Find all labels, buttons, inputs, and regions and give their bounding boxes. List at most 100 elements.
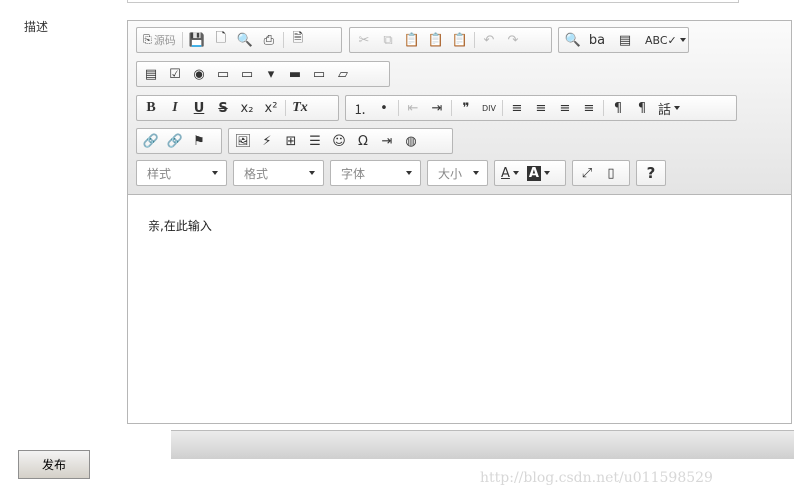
checkbox-button[interactable]: ☑ xyxy=(163,63,187,85)
rich-text-editor: ⎘ 源码 💾 🗋 🔍 ⎙ 🗎 ✂ ⧉ 📋 📋 📋 ↶ ↷ 🔍 ba ▤ ABC✓… xyxy=(127,20,792,424)
format-combo[interactable]: 格式 xyxy=(233,160,324,186)
remove-format-button[interactable]: Tx xyxy=(288,97,312,119)
save-button[interactable]: 💾 xyxy=(185,29,209,51)
insert-group: 🖼 ⚡ ⊞ ☰ ☺ Ω ⇥ ◍ xyxy=(228,128,453,154)
find-icon: 🔍 xyxy=(564,32,582,48)
numbered-list-button[interactable]: ⒈ xyxy=(348,97,372,119)
bulleted-list-button[interactable]: • xyxy=(372,97,396,119)
language-button[interactable]: 話 xyxy=(654,97,684,119)
paragraph-group: ⒈ • ⇤ ⇥ ❞ DIV ≡ ≡ ≡ ≡ ¶ ¶ 話 xyxy=(345,95,737,121)
outdent-button[interactable]: ⇤ xyxy=(401,97,425,119)
italic-icon: I xyxy=(172,100,178,115)
link-button[interactable]: 🔗 xyxy=(139,130,163,152)
source-label: 源码 xyxy=(153,34,176,47)
publish-button[interactable]: 发布 xyxy=(18,450,90,479)
paste-word-button[interactable]: 📋 xyxy=(448,29,472,51)
horizontal-rule-button[interactable]: ☰ xyxy=(303,130,327,152)
new-page-icon: 🗋 xyxy=(215,31,227,46)
flash-button[interactable]: ⚡ xyxy=(255,130,279,152)
form-button-button[interactable]: ▬ xyxy=(283,63,307,85)
size-combo[interactable]: 大小 xyxy=(427,160,488,186)
bulleted-list-icon: • xyxy=(380,100,388,116)
source-button[interactable]: ⎘ 源码 xyxy=(139,29,180,51)
paste-text-button[interactable]: 📋 xyxy=(424,29,448,51)
blockquote-button[interactable]: ❞ xyxy=(454,97,478,119)
clipboard-group: ✂ ⧉ 📋 📋 📋 ↶ ↷ xyxy=(349,27,552,53)
underline-button[interactable]: U xyxy=(187,97,211,119)
bold-button[interactable]: B xyxy=(139,97,163,119)
editor-resize-bar xyxy=(171,430,794,459)
separator xyxy=(603,100,604,116)
print-button[interactable]: ⎙ xyxy=(257,29,281,51)
table-button[interactable]: ⊞ xyxy=(279,130,303,152)
maximize-button[interactable]: ⤢ xyxy=(575,162,599,184)
textarea-icon: ▭ xyxy=(240,66,254,82)
hidden-field-button[interactable]: ▱ xyxy=(331,63,355,85)
copy-button[interactable]: ⧉ xyxy=(376,29,400,51)
indent-button[interactable]: ⇥ xyxy=(425,97,449,119)
unlink-icon: 🔗 xyxy=(166,133,184,149)
show-blocks-button[interactable]: ▯ xyxy=(599,162,623,184)
italic-button[interactable]: I xyxy=(163,97,187,119)
numbered-list-icon: ⒈ xyxy=(353,102,367,118)
page-break-button[interactable]: ⇥ xyxy=(375,130,399,152)
globe-icon: ◍ xyxy=(405,133,417,149)
style-combo[interactable]: 样式 xyxy=(136,160,227,186)
redo-button[interactable]: ↷ xyxy=(501,29,525,51)
preview-button[interactable]: 🔍 xyxy=(233,29,257,51)
maximize-icon: ⤢ xyxy=(581,165,593,181)
spellcheck-button[interactable]: ABC✓ xyxy=(641,29,690,51)
templates-icon: 🗎 xyxy=(292,31,304,46)
remove-format-icon: Tx xyxy=(292,100,308,115)
strike-button[interactable]: S xyxy=(211,97,235,119)
undo-button[interactable]: ↶ xyxy=(477,29,501,51)
image-button-button[interactable]: ▭ xyxy=(307,63,331,85)
indent-icon: ⇥ xyxy=(431,100,443,116)
rtl-icon: ¶ xyxy=(637,100,647,116)
align-justify-button[interactable]: ≡ xyxy=(577,97,601,119)
align-center-button[interactable]: ≡ xyxy=(529,97,553,119)
align-center-icon: ≡ xyxy=(535,100,547,116)
basic-styles-group: B I U S x₂ x² Tx xyxy=(136,95,339,121)
separator xyxy=(474,32,475,48)
chevron-down-icon xyxy=(473,171,479,175)
anchor-button[interactable]: ⚑ xyxy=(187,130,211,152)
cut-button[interactable]: ✂ xyxy=(352,29,376,51)
font-combo[interactable]: 字体 xyxy=(330,160,421,186)
separator xyxy=(502,100,503,116)
select-field-button[interactable]: ▾ xyxy=(259,63,283,85)
special-char-button[interactable]: Ω xyxy=(351,130,375,152)
align-left-button[interactable]: ≡ xyxy=(505,97,529,119)
subscript-button[interactable]: x₂ xyxy=(235,97,259,119)
superscript-button[interactable]: x² xyxy=(259,97,283,119)
bg-color-icon: A xyxy=(526,165,541,181)
smiley-button[interactable]: ☺ xyxy=(327,130,351,152)
templates-button[interactable]: 🗎 xyxy=(286,29,310,51)
select-all-icon: ▤ xyxy=(618,32,632,48)
unlink-button[interactable]: 🔗 xyxy=(163,130,187,152)
redo-icon: ↷ xyxy=(507,32,519,48)
image-button[interactable]: 🖼 xyxy=(231,130,255,152)
form-button[interactable]: ▤ xyxy=(139,63,163,85)
replace-button[interactable]: ba xyxy=(585,29,609,51)
chevron-down-icon xyxy=(309,171,315,175)
textarea-button[interactable]: ▭ xyxy=(235,63,259,85)
text-color-button[interactable]: A xyxy=(497,162,523,184)
bg-color-button[interactable]: A xyxy=(523,162,554,184)
about-button[interactable]: ? xyxy=(639,162,663,184)
separator xyxy=(285,100,286,116)
textfield-button[interactable]: ▭ xyxy=(211,63,235,85)
align-right-button[interactable]: ≡ xyxy=(553,97,577,119)
create-div-button[interactable]: DIV xyxy=(478,97,500,119)
ltr-button[interactable]: ¶ xyxy=(606,97,630,119)
iframe-button[interactable]: ◍ xyxy=(399,130,423,152)
paste-button[interactable]: 📋 xyxy=(400,29,424,51)
radio-button[interactable]: ◉ xyxy=(187,63,211,85)
new-page-button[interactable]: 🗋 xyxy=(209,29,233,51)
editor-content[interactable]: 亲,在此输入 xyxy=(148,217,212,234)
find-button[interactable]: 🔍 xyxy=(561,29,585,51)
rtl-button[interactable]: ¶ xyxy=(630,97,654,119)
form-button-icon: ▬ xyxy=(288,66,302,82)
anchor-icon: ⚑ xyxy=(193,133,205,149)
select-all-button[interactable]: ▤ xyxy=(613,29,637,51)
